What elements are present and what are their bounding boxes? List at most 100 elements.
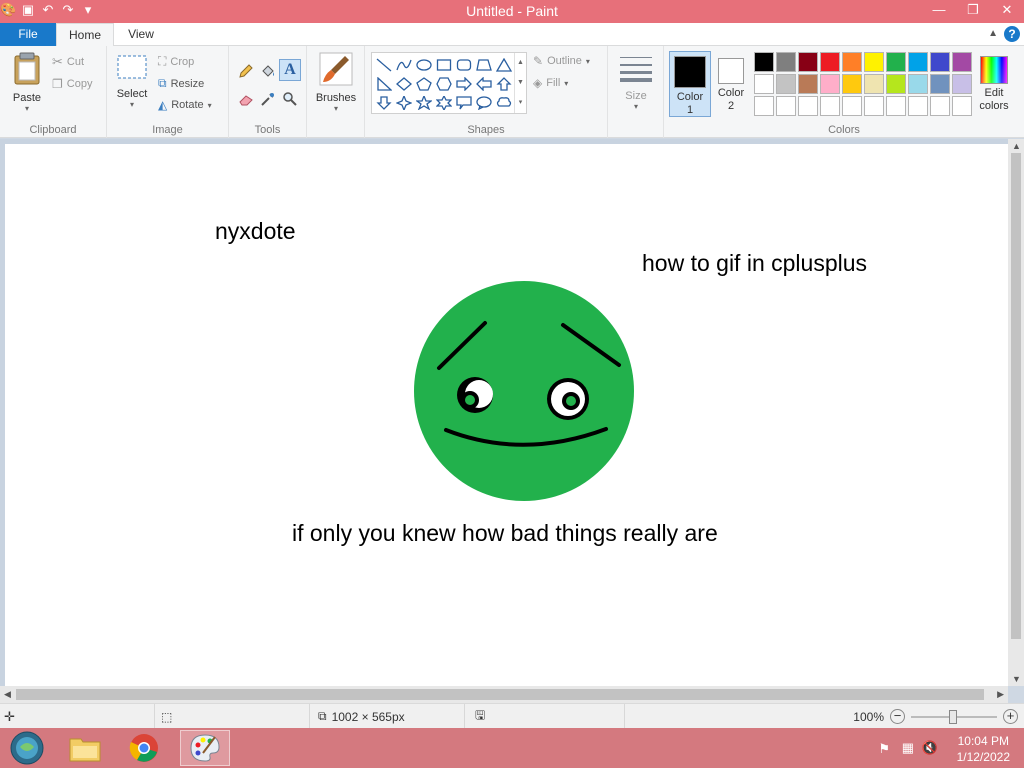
rectangular-callout-shape-icon[interactable]: [454, 93, 474, 112]
palette-swatch[interactable]: [842, 74, 862, 94]
scroll-up-icon[interactable]: ▲: [1012, 141, 1021, 151]
select-button[interactable]: Select ▾: [114, 54, 150, 109]
oval-shape-icon[interactable]: [414, 55, 434, 74]
six-point-star-shape-icon[interactable]: [434, 93, 454, 112]
right-arrow-shape-icon[interactable]: [454, 74, 474, 93]
cut-button[interactable]: ✂ Cut: [52, 54, 84, 70]
palette-swatch[interactable]: [776, 52, 796, 72]
paste-button[interactable]: Paste ▾: [8, 52, 46, 113]
eraser-icon[interactable]: [235, 88, 257, 110]
pencil-icon[interactable]: [235, 60, 257, 82]
palette-swatch[interactable]: [864, 96, 884, 116]
scroll-down-icon[interactable]: ▼: [1012, 674, 1021, 684]
palette-swatch[interactable]: [820, 74, 840, 94]
palette-swatch[interactable]: [842, 96, 862, 116]
palette-swatch[interactable]: [952, 52, 972, 72]
tab-home[interactable]: Home: [56, 23, 114, 47]
drawing-canvas[interactable]: nyxdote how to gif in cplusplus if only …: [5, 144, 1008, 686]
cloud-callout-shape-icon[interactable]: [494, 93, 514, 112]
palette-swatch[interactable]: [776, 74, 796, 94]
palette-swatch[interactable]: [908, 52, 928, 72]
close-button[interactable]: ✕: [990, 0, 1024, 20]
volume-muted-icon[interactable]: 🔇: [922, 740, 938, 756]
zoom-slider-thumb[interactable]: [949, 709, 957, 724]
four-point-star-shape-icon[interactable]: [394, 93, 414, 112]
paste-dropdown-icon[interactable]: ▾: [8, 104, 46, 113]
palette-swatch[interactable]: [820, 52, 840, 72]
minimize-ribbon-icon[interactable]: ▲: [988, 28, 998, 39]
tab-view[interactable]: View: [116, 23, 166, 46]
line-shape-icon[interactable]: [374, 55, 394, 74]
color-picker-icon[interactable]: [257, 88, 279, 110]
paint-taskbar-button[interactable]: [180, 730, 230, 766]
palette-swatch[interactable]: [886, 52, 906, 72]
palette-swatch[interactable]: [930, 96, 950, 116]
shapes-scroll[interactable]: ▲ ▼ ▾: [514, 53, 526, 113]
palette-swatch[interactable]: [798, 74, 818, 94]
up-arrow-shape-icon[interactable]: [494, 74, 514, 93]
palette-swatch[interactable]: [908, 96, 928, 116]
brushes-dropdown-icon[interactable]: ▾: [313, 104, 359, 113]
rectangle-shape-icon[interactable]: [434, 55, 454, 74]
file-explorer-taskbar-button[interactable]: [60, 730, 110, 766]
text-tool-icon[interactable]: A: [279, 59, 301, 81]
pentagon-shape-icon[interactable]: [414, 74, 434, 93]
horizontal-scroll-thumb[interactable]: [16, 689, 984, 700]
rounded-rectangle-shape-icon[interactable]: [454, 55, 474, 74]
rotate-button[interactable]: ◭ Rotate ▾: [158, 98, 212, 112]
zoom-slider[interactable]: [911, 709, 997, 724]
palette-swatch[interactable]: [886, 96, 906, 116]
palette-swatch[interactable]: [930, 74, 950, 94]
palette-swatch[interactable]: [886, 74, 906, 94]
vertical-scrollbar[interactable]: ▲ ▼: [1008, 139, 1024, 686]
right-triangle-shape-icon[interactable]: [374, 74, 394, 93]
triangle-shape-icon[interactable]: [494, 55, 514, 74]
magnifier-icon[interactable]: [279, 88, 301, 110]
diamond-shape-icon[interactable]: [394, 74, 414, 93]
palette-swatch[interactable]: [754, 74, 774, 94]
palette-swatch[interactable]: [908, 74, 928, 94]
polygon-shape-icon[interactable]: [474, 55, 494, 74]
color1-button[interactable]: Color 1: [669, 51, 711, 117]
palette-swatch[interactable]: [952, 96, 972, 116]
clock[interactable]: 10:04 PM 1/12/2022: [957, 733, 1010, 765]
edit-colors-button[interactable]: Edit colors: [975, 52, 1013, 116]
size-button[interactable]: Size ▾: [618, 54, 654, 111]
help-icon[interactable]: ?: [1004, 26, 1020, 42]
restore-button[interactable]: ❐: [956, 0, 990, 20]
palette-swatch[interactable]: [930, 52, 950, 72]
five-point-star-shape-icon[interactable]: [414, 93, 434, 112]
outline-button[interactable]: ✎ Outline ▾: [533, 54, 590, 68]
scroll-right-icon[interactable]: ▶: [997, 689, 1004, 700]
palette-swatch[interactable]: [842, 52, 862, 72]
oval-callout-shape-icon[interactable]: [474, 93, 494, 112]
hexagon-shape-icon[interactable]: [434, 74, 454, 93]
color2-button[interactable]: Color 2: [712, 52, 750, 116]
select-dropdown-icon[interactable]: ▾: [114, 100, 150, 109]
palette-swatch[interactable]: [864, 74, 884, 94]
minimize-button[interactable]: —: [922, 0, 956, 20]
resize-button[interactable]: ⧉ Resize: [158, 76, 204, 91]
zoom-in-button[interactable]: +: [1003, 709, 1018, 724]
scroll-left-icon[interactable]: ◀: [4, 689, 11, 700]
brushes-button[interactable]: Brushes ▾: [313, 52, 359, 113]
chrome-taskbar-button[interactable]: [119, 730, 169, 766]
curve-shape-icon[interactable]: [394, 55, 414, 74]
palette-swatch[interactable]: [952, 74, 972, 94]
palette-swatch[interactable]: [798, 52, 818, 72]
down-arrow-shape-icon[interactable]: [374, 93, 394, 112]
horizontal-scrollbar[interactable]: ◀ ▶: [0, 686, 1008, 703]
palette-swatch[interactable]: [798, 96, 818, 116]
vertical-scroll-thumb[interactable]: [1011, 153, 1021, 639]
fill-button[interactable]: ◈ Fill ▾: [533, 76, 568, 90]
palette-swatch[interactable]: [820, 96, 840, 116]
network-icon[interactable]: ▦: [902, 740, 914, 756]
action-center-flag-icon[interactable]: ⚑: [878, 741, 890, 757]
palette-swatch[interactable]: [754, 52, 774, 72]
left-arrow-shape-icon[interactable]: [474, 74, 494, 93]
zoom-out-button[interactable]: −: [890, 709, 905, 724]
palette-swatch[interactable]: [864, 52, 884, 72]
copy-button[interactable]: ❐ Copy: [52, 77, 92, 91]
palette-swatch[interactable]: [776, 96, 796, 116]
size-dropdown-icon[interactable]: ▾: [618, 102, 654, 111]
